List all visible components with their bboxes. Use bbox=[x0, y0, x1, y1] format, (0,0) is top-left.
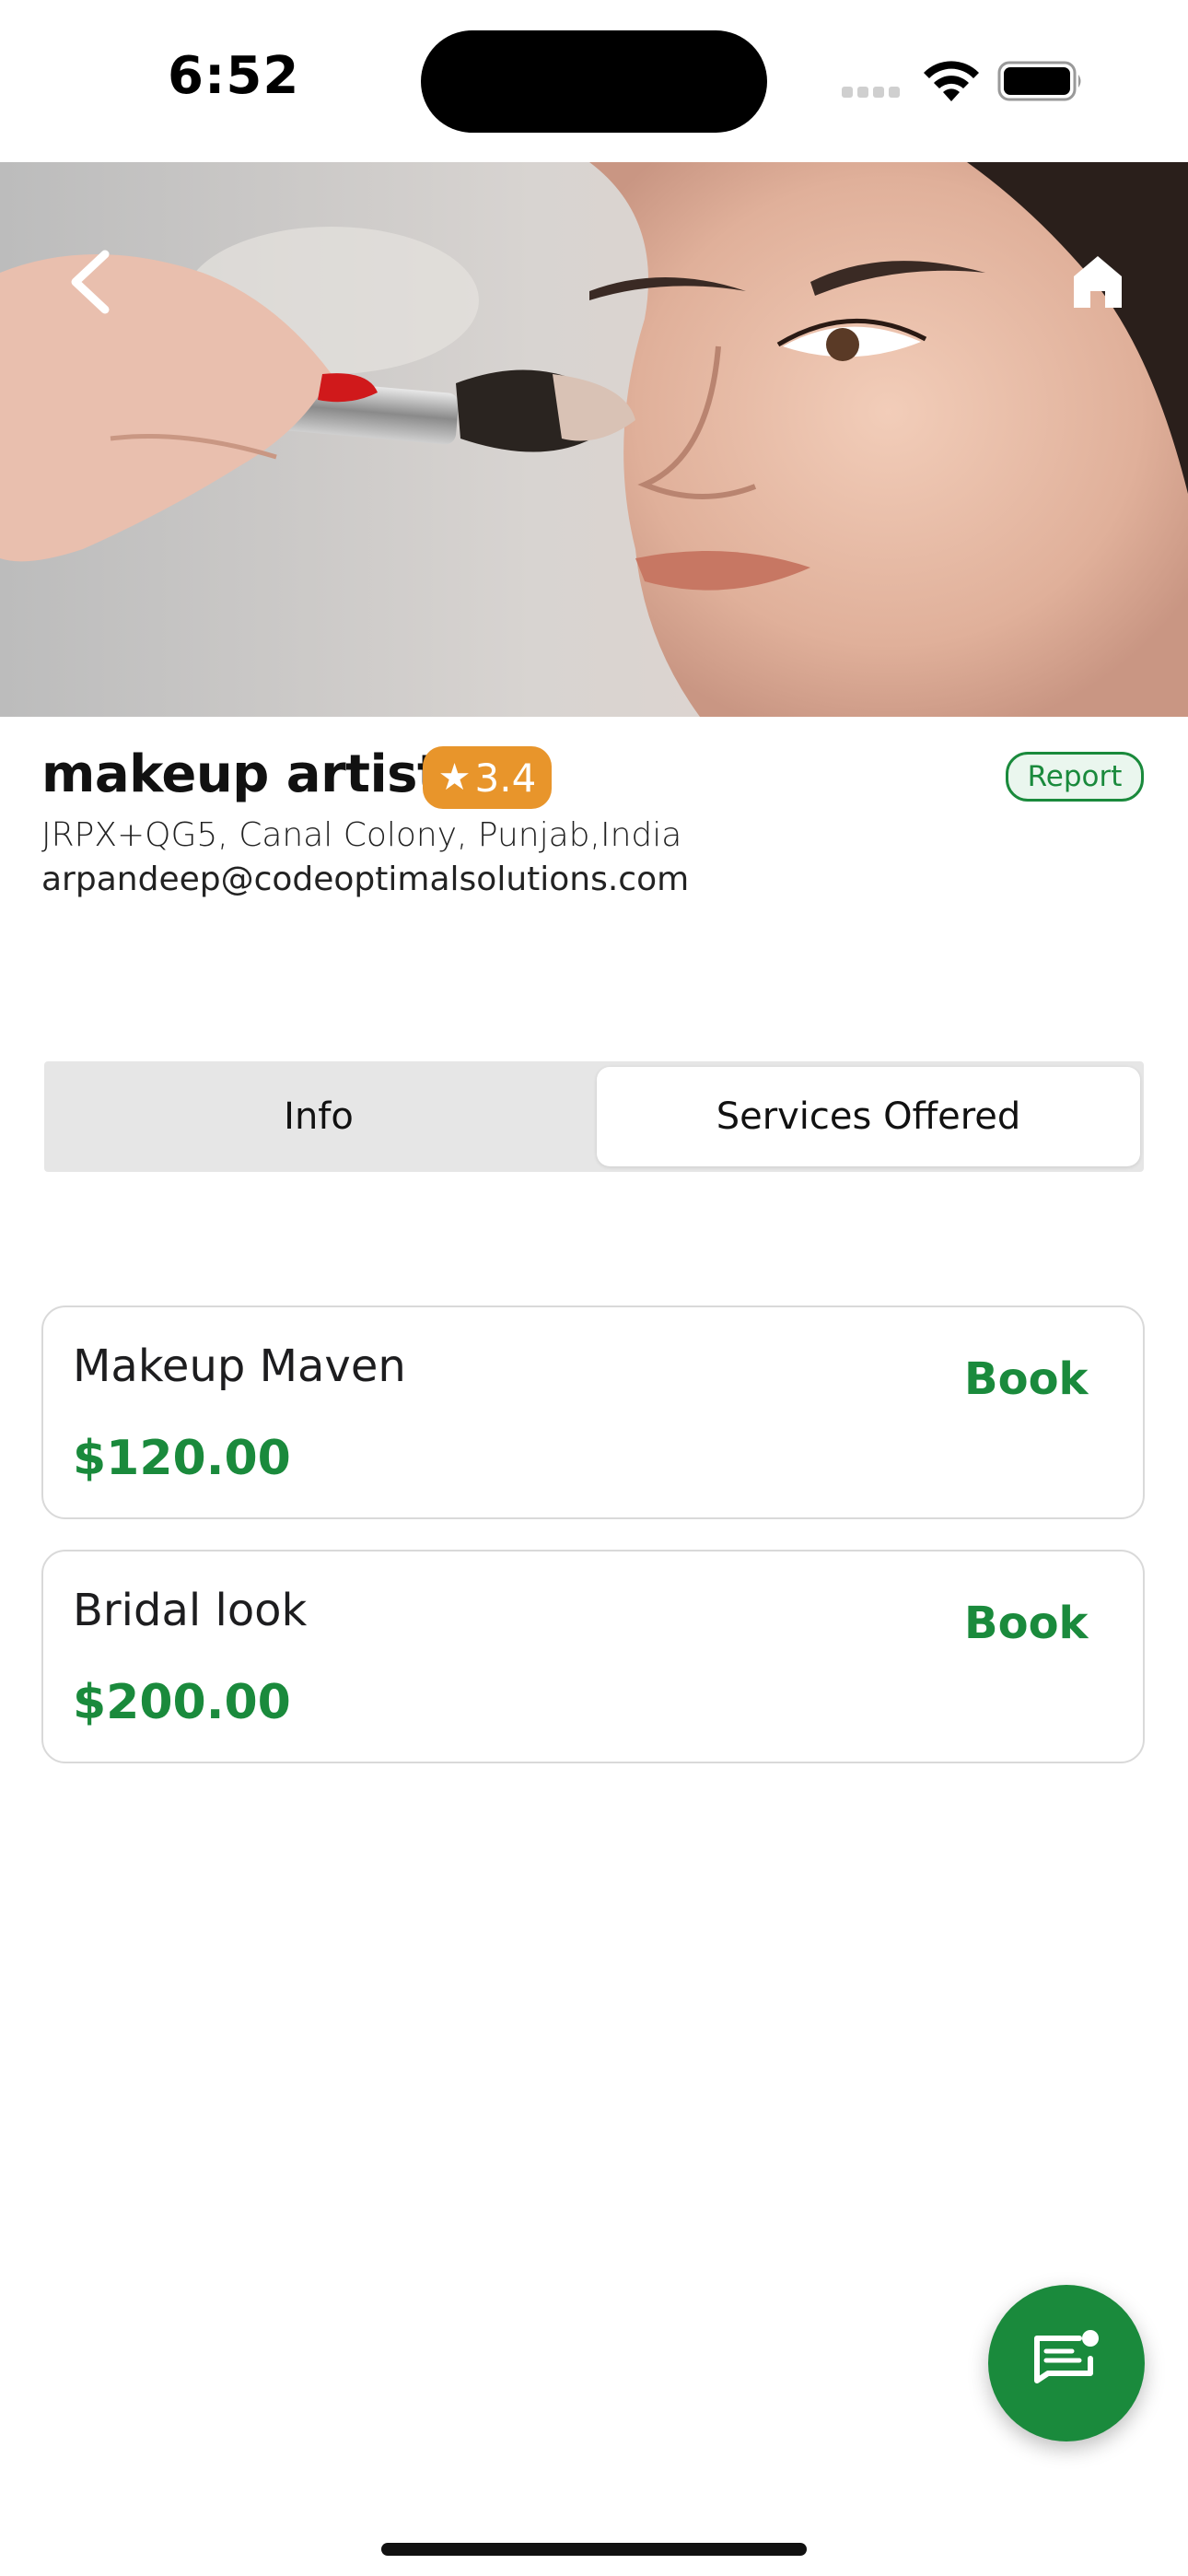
book-button[interactable]: Book bbox=[964, 1598, 1088, 1649]
star-icon: ★ bbox=[437, 756, 472, 799]
home-icon bbox=[1074, 256, 1122, 308]
status-bar: 6:52 bbox=[0, 0, 1188, 162]
tab-info[interactable]: Info bbox=[44, 1061, 593, 1172]
email-text[interactable]: arpandeep@codeoptimalsolutions.com bbox=[41, 861, 689, 898]
service-price: $120.00 bbox=[73, 1431, 291, 1486]
wifi-icon bbox=[924, 61, 979, 101]
rating-badge: ★ 3.4 bbox=[423, 746, 552, 809]
hero-image bbox=[0, 162, 1188, 717]
report-button[interactable]: Report bbox=[1006, 752, 1144, 802]
chat-fab-button[interactable] bbox=[988, 2285, 1145, 2441]
service-card: Makeup Maven $120.00 Book bbox=[41, 1306, 1145, 1519]
back-button[interactable] bbox=[44, 236, 136, 328]
chevron-left-icon bbox=[71, 250, 110, 314]
battery-icon bbox=[997, 61, 1081, 101]
service-name: Makeup Maven bbox=[73, 1341, 406, 1392]
service-price: $200.00 bbox=[73, 1675, 291, 1730]
segmented-control: Info Services Offered bbox=[44, 1061, 1144, 1172]
rating-value: 3.4 bbox=[474, 755, 537, 801]
cellular-signal-icon bbox=[842, 86, 904, 98]
status-time: 6:52 bbox=[168, 46, 300, 106]
service-card: Bridal look $200.00 Book bbox=[41, 1550, 1145, 1763]
service-name: Bridal look bbox=[73, 1585, 308, 1636]
dynamic-island bbox=[421, 30, 767, 133]
home-indicator bbox=[381, 2543, 807, 2556]
book-button[interactable]: Book bbox=[964, 1353, 1088, 1405]
page-title: makeup artist bbox=[41, 744, 442, 804]
home-button[interactable] bbox=[1052, 236, 1144, 328]
chat-icon bbox=[1034, 2330, 1099, 2383]
screen: 6:52 makeup artist ★ 3.4 Report JRPX+QG5… bbox=[0, 0, 1188, 2576]
makeup-brush-photo bbox=[0, 162, 1188, 717]
tab-services-offered[interactable]: Services Offered bbox=[597, 1067, 1140, 1166]
address-text: JRPX+QG5, Canal Colony, Punjab,India bbox=[41, 816, 682, 854]
